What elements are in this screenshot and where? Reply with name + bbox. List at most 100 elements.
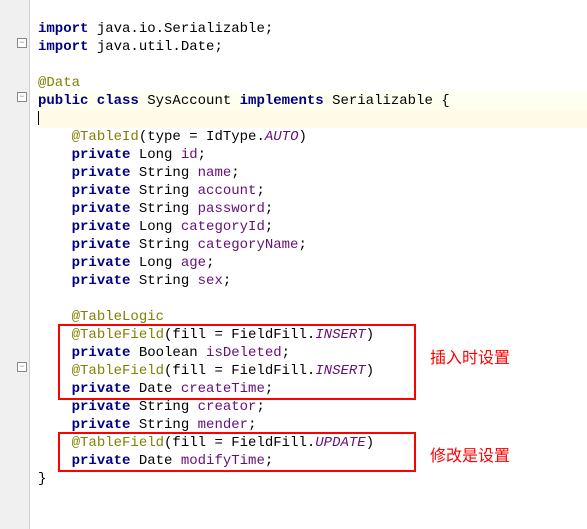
code-line: private String categoryName; [38,236,587,254]
keyword: private [72,183,131,199]
code-line: private String sex; [38,272,587,290]
code-line: private String name; [38,164,587,182]
text: ) [366,363,374,379]
type: String [130,273,197,289]
type: String [130,201,197,217]
field: account [198,183,257,199]
field: modifyTime [181,453,265,469]
type: Date [130,381,180,397]
keyword: private [72,417,131,433]
field: categoryId [181,219,265,235]
code-line: private String account; [38,182,587,200]
code-line: private String mender; [38,416,587,434]
type: Long [130,255,180,271]
code-line: private String password; [38,200,587,218]
annotation: @TableLogic [72,309,164,325]
enum-value: UPDATE [315,435,365,451]
code-line: import java.io.Serializable; [38,20,587,38]
keyword: private [72,237,131,253]
keyword: private [72,255,131,271]
text: ) [298,129,306,145]
code-line [38,56,587,74]
code-line: @TableField(fill = FieldFill.INSERT) [38,326,587,344]
field: creator [198,399,257,415]
annotation: @TableField [72,363,164,379]
field: id [181,147,198,163]
keyword: private [72,273,131,289]
type: String [130,399,197,415]
fold-icon[interactable]: − [17,362,27,372]
caret-line [38,110,587,128]
code-line: private Long id; [38,146,587,164]
text: ; [265,453,273,469]
implements: Serializable { [324,93,450,109]
type: Long [130,147,180,163]
annotation: @TableField [72,435,164,451]
code-line: public class SysAccount implements Seria… [38,92,587,110]
code-line: @TableLogic [38,308,587,326]
keyword: private [72,165,131,181]
text: ; [256,399,264,415]
type: String [130,417,197,433]
annotation-insert-label: 插入时设置 [430,344,510,368]
keyword: import [38,21,88,37]
annotation: @TableField [72,327,164,343]
text: (fill = FieldFill. [164,435,315,451]
type: String [130,165,197,181]
code-line: import java.util.Date; [38,38,587,56]
text: ; [223,273,231,289]
text: ; [265,201,273,217]
text: ; [298,237,306,253]
text: ; [265,381,273,397]
text: (fill = FieldFill. [164,363,315,379]
text: ; [256,183,264,199]
fold-icon[interactable]: − [17,38,27,48]
type: Date [130,453,180,469]
gutter: − − − [0,0,30,529]
field: age [181,255,206,271]
keyword: private [72,399,131,415]
text: ) [366,435,374,451]
code-line: } [38,470,587,488]
keyword: import [38,39,88,55]
code-line [38,290,587,308]
text: } [38,471,46,487]
package: java.io.Serializable; [88,21,273,37]
text: (type = IdType. [139,129,265,145]
text: ; [282,345,290,361]
enum-value: INSERT [315,363,365,379]
keyword: implements [240,93,324,109]
code-line: @TableId(type = IdType.AUTO) [38,128,587,146]
text: ; [198,147,206,163]
field: mender [198,417,248,433]
code-area[interactable]: import java.io.Serializable; import java… [30,0,587,529]
caret-icon [38,111,39,125]
type: Long [130,219,180,235]
text: ) [366,327,374,343]
annotation-update-label: 修改是设置 [430,442,510,466]
text: ; [248,417,256,433]
type: Boolean [130,345,206,361]
field: name [198,165,232,181]
keyword: private [72,381,131,397]
package: java.util.Date; [88,39,222,55]
keyword: private [72,345,131,361]
text: ; [265,219,273,235]
field: isDeleted [206,345,282,361]
code-line: private Long age; [38,254,587,272]
fold-icon[interactable]: − [17,92,27,102]
field: sex [198,273,223,289]
keyword: private [72,147,131,163]
enum-value: INSERT [315,327,365,343]
code-line: private String creator; [38,398,587,416]
code-line: private Long categoryId; [38,218,587,236]
field: categoryName [198,237,299,253]
text: ; [206,255,214,271]
keyword: private [72,219,131,235]
code-editor: − − − import java.io.Serializable; impor… [0,0,587,529]
code-line: @Data [38,74,587,92]
code-line [38,2,587,20]
text: ; [231,165,239,181]
class-name: SysAccount [139,93,240,109]
keyword: public class [38,93,139,109]
